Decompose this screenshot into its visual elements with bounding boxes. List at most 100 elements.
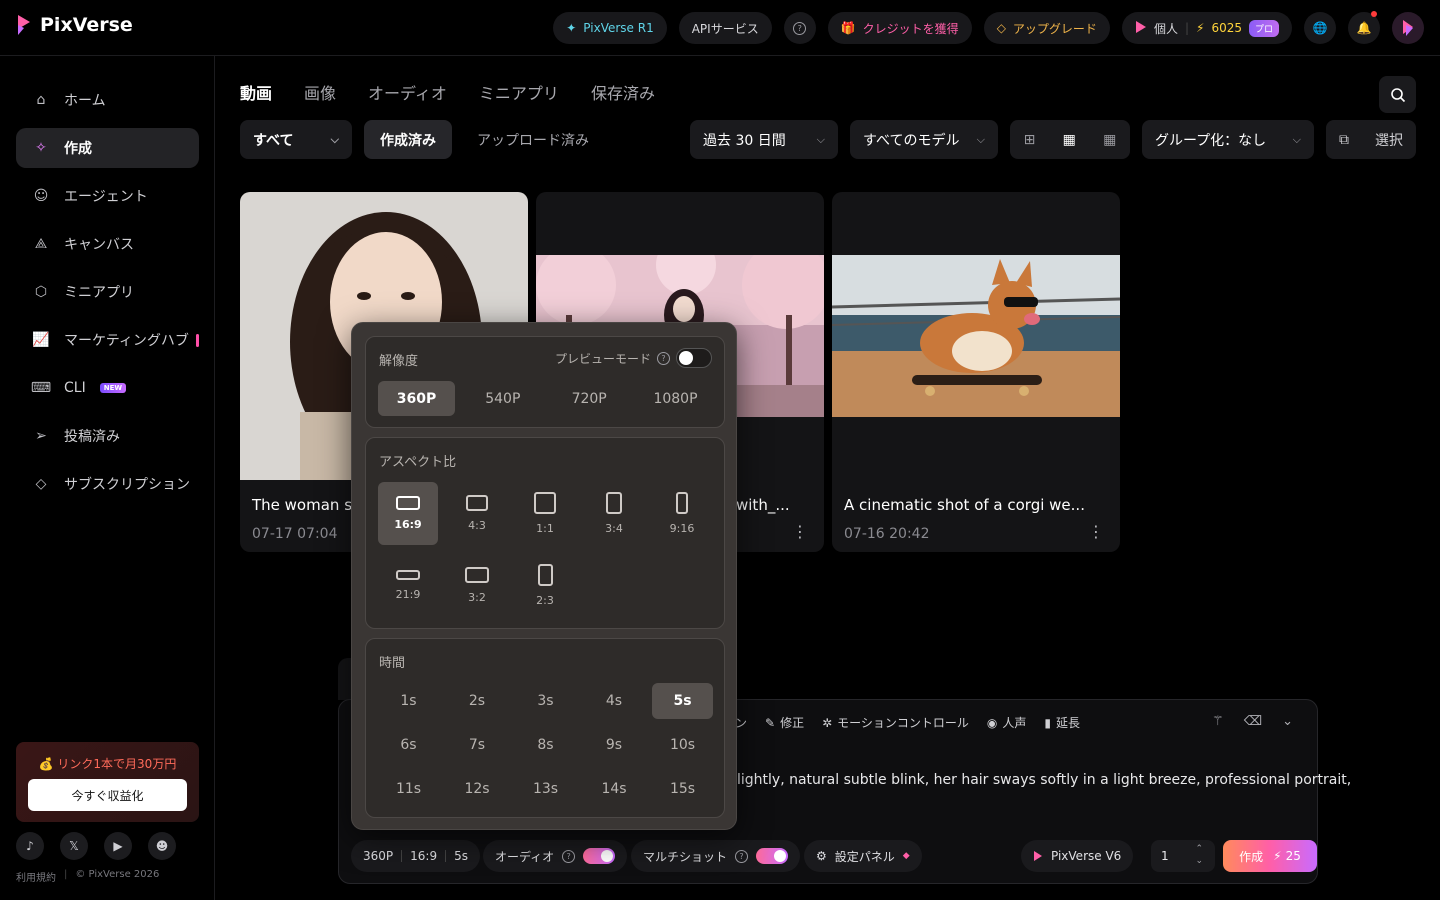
grid-large-icon[interactable]: ⊞ [1024,132,1036,148]
grid-medium-icon[interactable]: ▦ [1063,132,1076,148]
aspect-option[interactable]: 2:3 [515,554,575,617]
duration-option[interactable]: 11s [378,771,439,807]
tool-motion-control[interactable]: ✲ モーションコントロール [822,714,969,731]
more-options-icon[interactable]: ⋮ [792,522,808,541]
select-button[interactable]: ⧉ 選択 [1326,120,1416,159]
avatar[interactable] [1392,12,1424,44]
uploaded-filter[interactable]: アップロード済み [464,120,604,159]
settings-summary-button[interactable]: 360P 16:9 5s [351,840,480,872]
create-button[interactable]: 作成 ⚡ 25 [1223,840,1317,872]
model-selector[interactable]: PixVerse V6 [1021,840,1134,872]
settings-panel-button[interactable]: ⚙ 設定パネル ◆ [804,840,922,872]
tab-image[interactable]: 画像 [304,80,336,104]
youtube-icon[interactable]: ▶ [104,832,132,860]
tool-modify[interactable]: ✎ 修正 [765,714,804,731]
tool-voice[interactable]: ◉ 人声 [987,714,1027,731]
aspect-label: 1:1 [536,522,554,535]
tiktok-icon[interactable]: ♪ [16,832,44,860]
help-button[interactable]: ? [783,12,816,44]
audio-toggle[interactable]: オーディオ? [483,840,628,872]
pixverse-r1-button[interactable]: ✦ PixVerse R1 [553,12,667,44]
tab-mini-apps[interactable]: ミニアプリ [479,80,559,104]
tab-audio[interactable]: オーディオ [368,80,447,104]
duration-option[interactable]: 10s [652,727,713,763]
tab-video[interactable]: 動画 [240,80,272,104]
search-button[interactable] [1379,76,1416,113]
monetize-button[interactable]: 今すぐ収益化 [28,779,187,811]
period-dropdown[interactable]: 過去 30 日間 ⌵ [690,120,838,159]
sidebar-item-cli[interactable]: ⌨ CLI NEW [16,368,199,408]
logo[interactable]: PixVerse [16,14,133,36]
sidebar-item-posted[interactable]: ➢ 投稿済み [16,416,199,456]
aspect-option[interactable]: 3:2 [447,554,507,617]
sidebar-item-label: 作成 [64,141,92,157]
account-button[interactable]: 個人 | ⚡ 6025 プロ [1121,12,1292,44]
preview-mode-switch[interactable] [676,348,712,368]
aspect-label: 9:16 [669,522,695,535]
aspect-option[interactable]: 16:9 [378,482,438,545]
aspect-option[interactable]: 9:16 [652,482,712,545]
audio-label: オーディオ [495,849,555,864]
group-dropdown[interactable]: グループ化：なし ⌵ [1142,120,1314,159]
stepper-arrows[interactable]: ⌃ ⌄ [1195,843,1203,867]
model-dropdown[interactable]: すべてのモデル ⌵ [850,120,998,159]
duration-option[interactable]: 9s [584,727,645,763]
sidebar-item-marketing-hub[interactable]: 📈 マーケティングハブ [16,320,199,360]
duration-option[interactable]: 3s [515,683,576,719]
more-options-icon[interactable]: ⋮ [1088,522,1104,541]
model-label: PixVerse V6 [1051,849,1122,863]
duration-option[interactable]: 4s [584,683,645,719]
terms-link[interactable]: 利用規約 [16,869,56,884]
aspect-option[interactable]: 3:4 [584,482,644,545]
tab-saved[interactable]: 保存済み [591,80,655,104]
language-button[interactable]: 🌐 [1304,12,1336,44]
resolution-option[interactable]: 720P [551,381,628,416]
prompt-text[interactable]: lightly, natural subtle blink, her hair … [737,772,1351,788]
resolution-option[interactable]: 1080P [637,381,714,416]
duration-option[interactable]: 13s [515,771,576,807]
chevron-down-icon[interactable]: ⌄ [1282,714,1293,729]
notifications-button[interactable]: 🔔 [1348,11,1380,44]
created-filter[interactable]: 作成済み [364,120,452,159]
aspect-option[interactable]: 1:1 [515,482,575,545]
duration-option[interactable]: 7s [447,727,508,763]
duration-option[interactable]: 14s [584,771,645,807]
duration-option[interactable]: 6s [378,727,439,763]
chevron-down-icon: ⌵ [330,132,339,146]
eraser-icon[interactable]: ⌫ [1244,714,1262,729]
sidebar-item-canvas[interactable]: ⟁ キャンバス [16,224,199,264]
aspect-option[interactable]: 4:3 [447,482,507,545]
api-service-button[interactable]: APIサービス [678,12,772,44]
sidebar-item-create[interactable]: ✧ 作成 [16,128,199,168]
audio-switch[interactable] [583,848,616,864]
aspect-option[interactable]: 21:9 [378,554,438,617]
video-card[interactable]: A cinematic shot of a corgi we... 07-16 … [832,192,1120,552]
multishot-switch[interactable] [756,848,789,864]
tool-extend[interactable]: ▮ 延長 [1044,714,1080,731]
aspect-label: 21:9 [395,588,421,601]
upgrade-button[interactable]: ◇ アップグレード [983,12,1110,44]
quantity-stepper[interactable]: 1 ⌃ ⌄ [1151,840,1215,872]
get-credits-button[interactable]: 🎁 クレジットを獲得 [827,12,972,44]
grid-small-icon[interactable]: ▦ [1103,132,1116,148]
logo-text: PixVerse [40,14,133,36]
sidebar-item-agent[interactable]: ☺ エージェント [16,176,199,216]
resolution-option[interactable]: 540P [464,381,541,416]
duration-option[interactable]: 8s [515,727,576,763]
duration-option[interactable]: 15s [652,771,713,807]
type-filter-dropdown[interactable]: すべて ⌵ [240,120,352,159]
multishot-toggle[interactable]: マルチショット? [631,840,801,872]
resolution-option[interactable]: 360P [378,381,455,416]
x-icon[interactable]: 𝕏 [60,832,88,860]
duration-option[interactable]: 2s [447,683,508,719]
magic-wand-icon[interactable]: ⚚ [1212,714,1224,729]
duration-option[interactable]: 5s [652,683,713,719]
discord-icon[interactable]: ☻ [148,832,176,860]
notification-dot [1371,11,1377,17]
sidebar-item-subscription[interactable]: ◇ サブスクリプション [16,464,199,504]
sidebar-item-home[interactable]: ⌂ ホーム [16,80,199,120]
sidebar-item-mini-apps[interactable]: ⬡ ミニアプリ [16,272,199,312]
pro-badge: プロ [1248,19,1279,37]
duration-option[interactable]: 1s [378,683,439,719]
duration-option[interactable]: 12s [447,771,508,807]
